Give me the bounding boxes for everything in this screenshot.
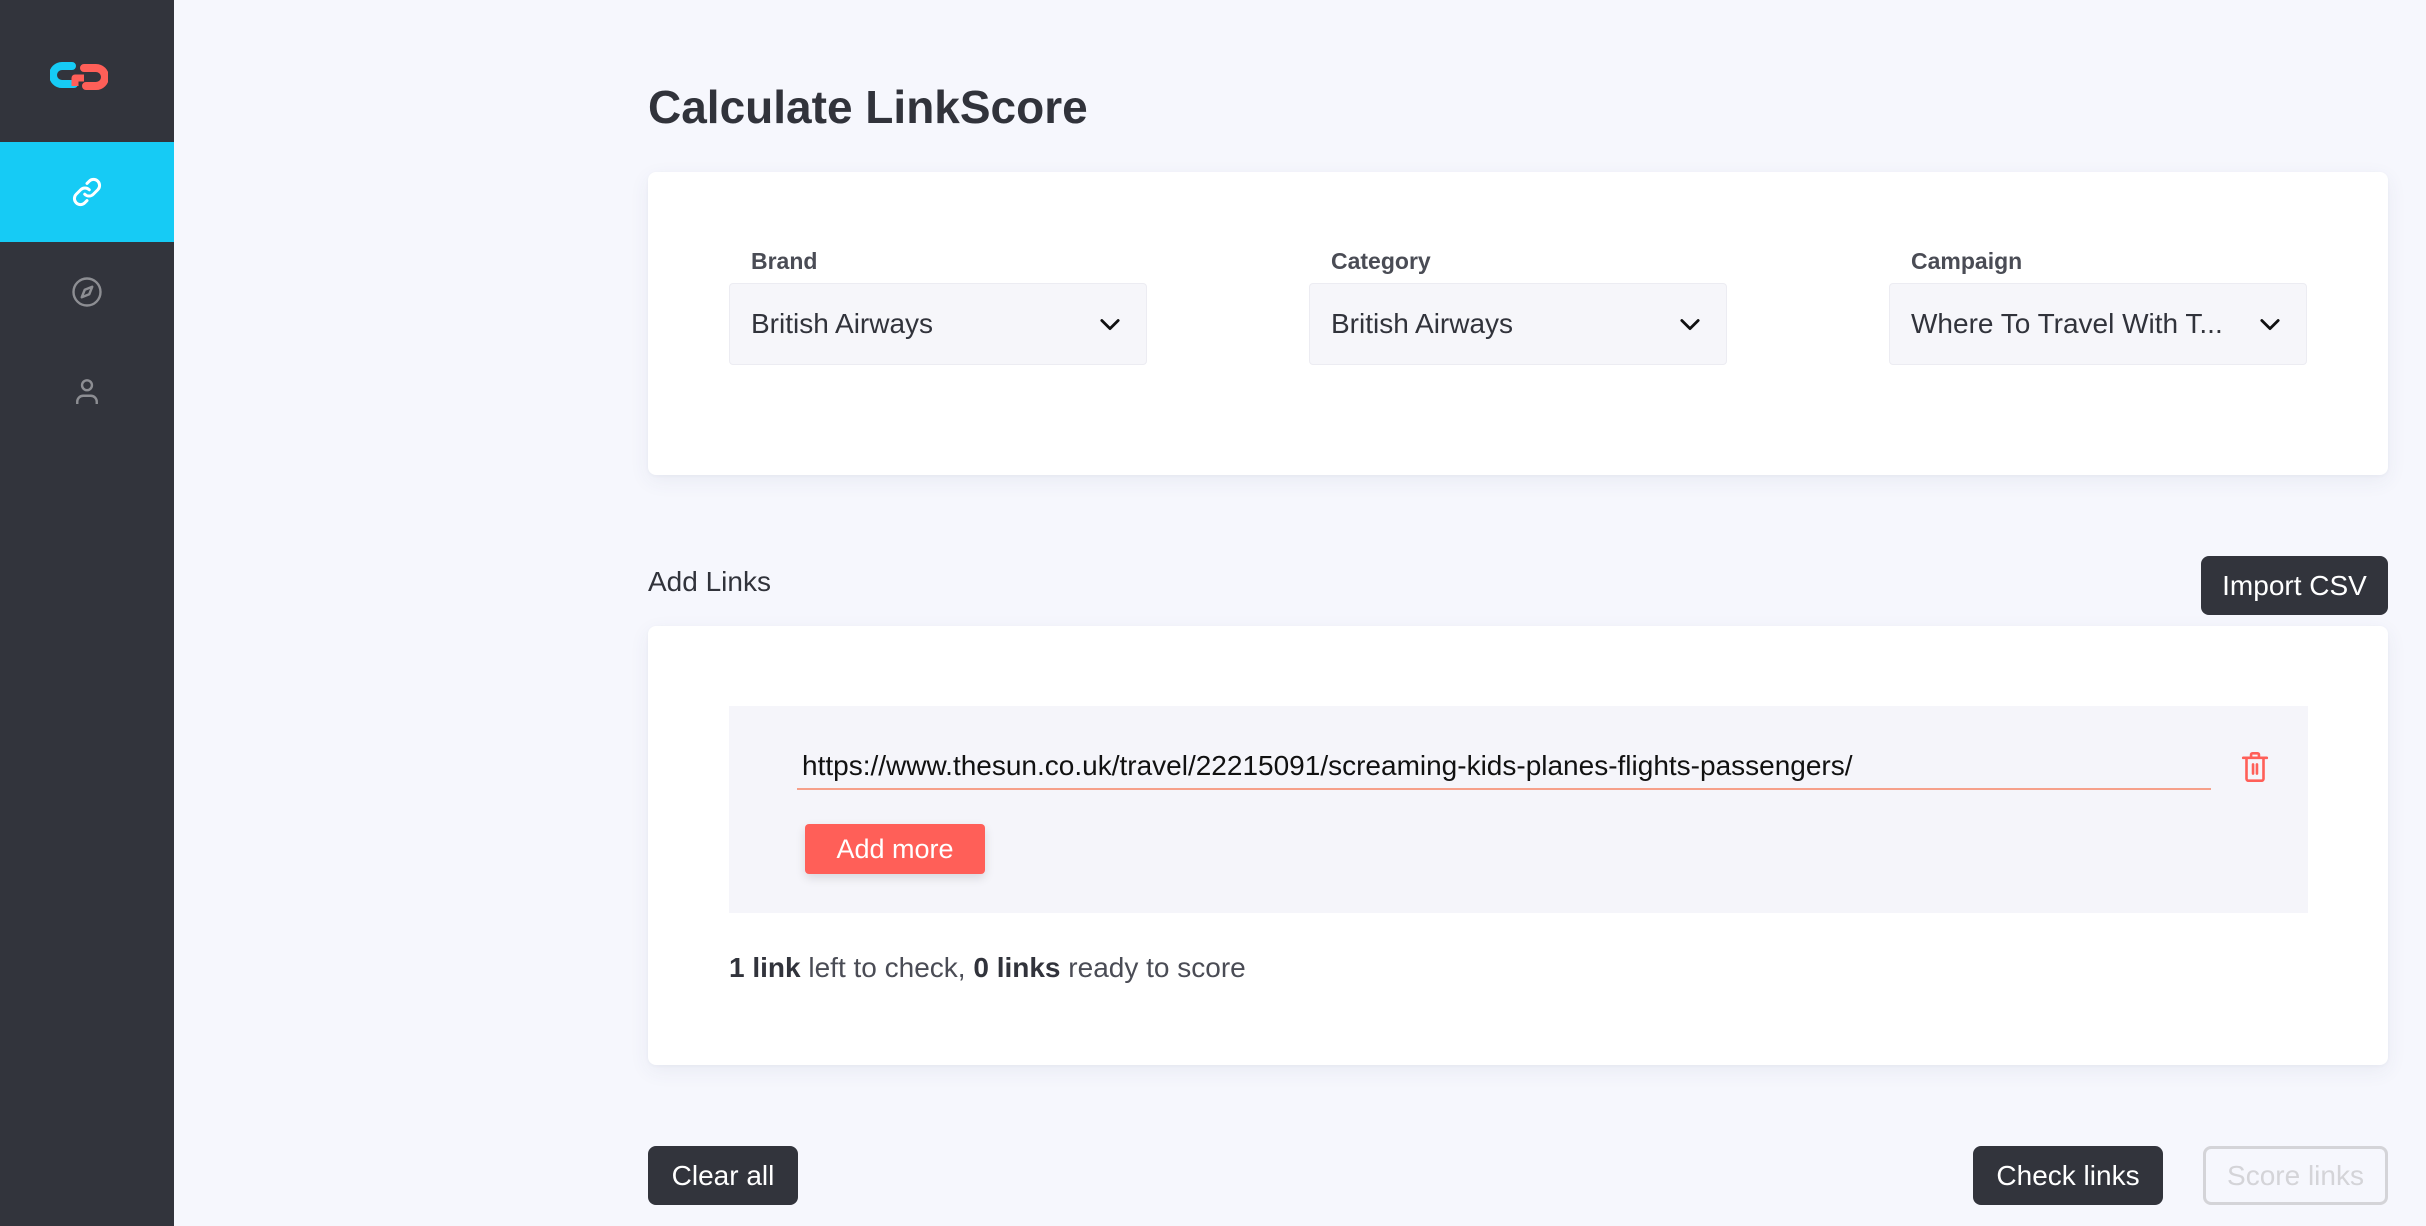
clear-all-button[interactable]: Clear all [648,1146,798,1205]
category-field: Category British Airways [1309,248,1727,365]
links-status: 1 link left to check, 0 links ready to s… [729,952,1246,984]
campaign-select[interactable]: Where To Travel With T... [1889,283,2307,365]
chevron-down-icon [1100,319,1120,331]
link-row [797,744,2211,790]
links-ready-text: ready to score [1060,952,1246,983]
add-links-card: Add more 1 link left to check, 0 links r… [648,626,2388,1065]
trash-icon [2241,751,2269,783]
check-links-button[interactable]: Check links [1973,1146,2163,1205]
brand-select[interactable]: British Airways [729,283,1147,365]
brand-label: Brand [751,248,818,274]
brand-select-value: British Airways [751,308,934,339]
category-select-value: British Airways [1331,308,1514,339]
campaign-label: Campaign [1911,248,2023,274]
links-list-panel: Add more [729,706,2308,913]
link-url-input[interactable] [797,744,2211,788]
link-icon [73,178,101,206]
user-icon [76,379,98,404]
main-content: Calculate LinkScore Brand British Airway… [648,0,2388,1226]
add-links-heading: Add Links [648,566,771,597]
sidebar-item-account[interactable] [0,342,174,442]
links-left-count: 1 link [729,952,801,983]
sidebar [0,0,174,1226]
filters-card: Brand British Airways Category British A… [648,172,2388,475]
campaign-select-value: Where To Travel With T... [1911,308,2223,339]
app-logo-icon[interactable] [49,58,109,94]
category-label: Category [1331,248,1431,274]
links-left-text: left to check, [800,952,974,983]
compass-icon [72,277,102,307]
sidebar-item-explore[interactable] [0,242,174,342]
links-ready-count: 0 links [973,952,1061,983]
brand-field: Brand British Airways [729,248,1147,365]
chevron-down-icon [1680,319,1700,331]
chevron-down-icon [2260,319,2280,331]
delete-link-button[interactable] [2239,750,2271,784]
sidebar-item-links[interactable] [0,142,174,242]
campaign-field: Campaign Where To Travel With T... [1889,248,2307,365]
page-title: Calculate LinkScore [648,81,1088,133]
category-select[interactable]: British Airways [1309,283,1727,365]
import-csv-button[interactable]: Import CSV [2201,556,2388,615]
add-more-button[interactable]: Add more [805,824,985,874]
score-links-button[interactable]: Score links [2203,1146,2388,1205]
